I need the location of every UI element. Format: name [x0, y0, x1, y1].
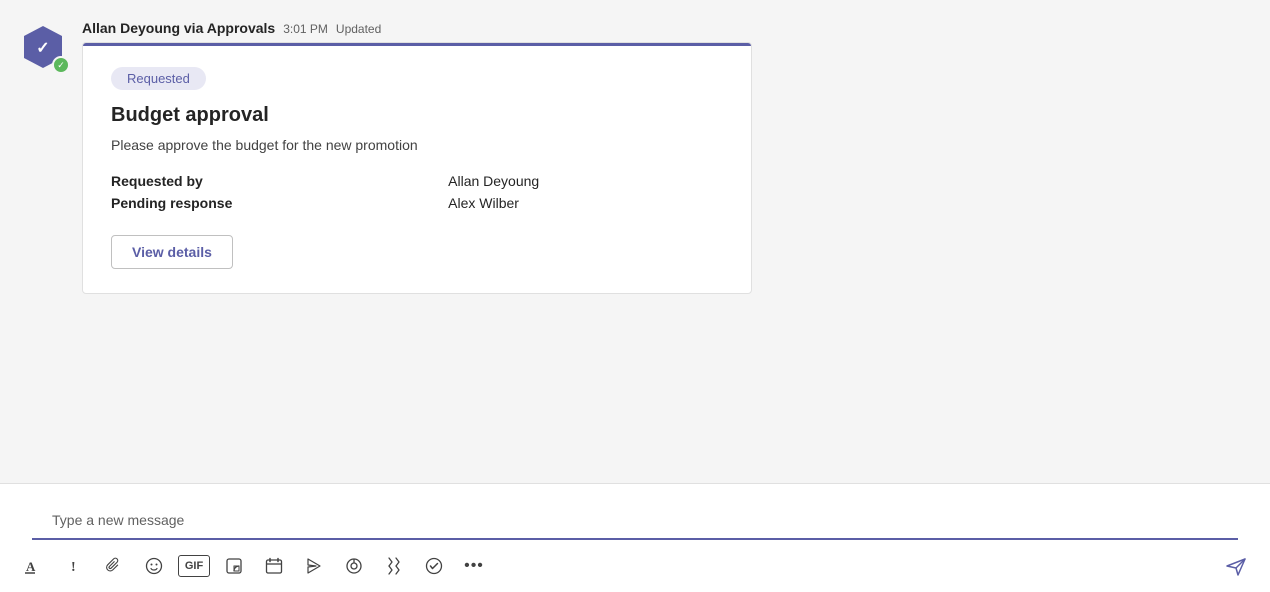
message-row: ✓ ✓ Allan Deyoung via Approvals 3:01 PM … — [20, 20, 1250, 294]
send-button[interactable] — [1218, 548, 1254, 584]
badge-check-icon: ✓ — [57, 61, 65, 70]
requested-by-value: Allan Deyoung — [448, 173, 723, 189]
approval-card: Requested Budget approval Please approve… — [82, 42, 752, 294]
message-header: Allan Deyoung via Approvals 3:01 PM Upda… — [82, 20, 1250, 36]
avatar: ✓ ✓ — [20, 24, 70, 74]
message-input[interactable] — [52, 506, 1218, 534]
audio-icon[interactable] — [336, 548, 372, 584]
schedule-icon[interactable] — [256, 548, 292, 584]
message-updated: Updated — [336, 22, 381, 36]
sender-name: Allan Deyoung via Approvals — [82, 20, 275, 36]
compose-input-wrapper — [32, 494, 1238, 540]
card-details: Requested by Allan Deyoung Pending respo… — [111, 173, 723, 211]
status-badge: Requested — [111, 67, 206, 90]
gif-icon[interactable]: GIF — [178, 555, 210, 577]
svg-text:A: A — [26, 559, 36, 574]
message-content: Allan Deyoung via Approvals 3:01 PM Upda… — [82, 20, 1250, 294]
attach-icon[interactable] — [96, 548, 132, 584]
message-time: 3:01 PM — [283, 22, 328, 36]
loop-icon[interactable] — [376, 548, 412, 584]
compose-box — [16, 494, 1254, 540]
important-icon[interactable]: ! — [56, 548, 92, 584]
toolbar: A ! GIF — [0, 540, 1270, 592]
sticker-icon[interactable] — [216, 548, 252, 584]
card-description: Please approve the budget for the new pr… — [111, 137, 723, 153]
more-icon[interactable]: ••• — [456, 548, 492, 584]
format-icon[interactable]: A — [16, 548, 52, 584]
svg-text:✓: ✓ — [36, 40, 49, 57]
pending-response-label: Pending response — [111, 195, 416, 211]
pending-response-value: Alex Wilber — [448, 195, 723, 211]
card-title: Budget approval — [111, 104, 723, 127]
svg-text:!: ! — [71, 560, 76, 575]
requested-by-label: Requested by — [111, 173, 416, 189]
compose-area: A ! GIF — [0, 483, 1270, 592]
emoji-icon[interactable] — [136, 548, 172, 584]
avatar-badge: ✓ — [52, 56, 70, 74]
send-later-icon[interactable] — [296, 548, 332, 584]
chat-area: ✓ ✓ Allan Deyoung via Approvals 3:01 PM … — [0, 0, 1270, 483]
view-details-button[interactable]: View details — [111, 235, 233, 269]
approve-icon[interactable] — [416, 548, 452, 584]
